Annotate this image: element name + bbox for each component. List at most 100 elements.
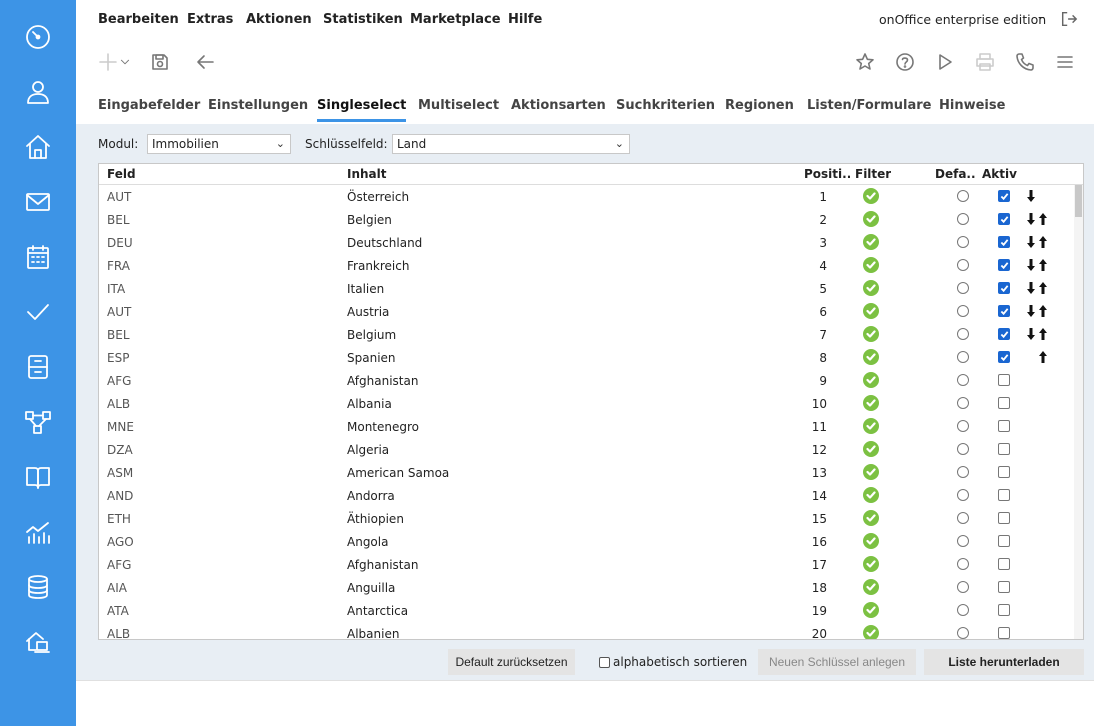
- filter-check-icon[interactable]: [863, 625, 879, 639]
- default-radio[interactable]: [957, 489, 969, 501]
- aktiv-checkbox[interactable]: [998, 512, 1010, 524]
- table-row[interactable]: DZA Algeria 12: [99, 438, 1075, 461]
- aktiv-checkbox[interactable]: [998, 443, 1010, 455]
- book-icon[interactable]: [20, 459, 56, 495]
- tab-einstellungen[interactable]: Einstellungen: [208, 98, 308, 119]
- move-down-arrow-icon[interactable]: [1026, 235, 1036, 249]
- table-row[interactable]: FRA Frankreich 4: [99, 254, 1075, 277]
- aktiv-checkbox[interactable]: [998, 328, 1010, 340]
- filter-check-icon[interactable]: [863, 533, 879, 549]
- move-up-arrow-icon[interactable]: [1038, 258, 1048, 272]
- move-down-arrow-icon[interactable]: [1026, 189, 1036, 203]
- menu-extras[interactable]: Extras: [187, 12, 233, 27]
- menu-bearbeiten[interactable]: Bearbeiten: [98, 12, 179, 27]
- filter-check-icon[interactable]: [863, 326, 879, 342]
- default-radio[interactable]: [957, 627, 969, 639]
- aktiv-checkbox[interactable]: [998, 420, 1010, 432]
- default-radio[interactable]: [957, 190, 969, 202]
- menu-statistiken[interactable]: Statistiken: [323, 12, 403, 27]
- header-feld[interactable]: Feld: [107, 167, 136, 181]
- save-icon[interactable]: [148, 50, 172, 74]
- tab-singleselect[interactable]: Singleselect: [317, 98, 407, 122]
- move-up-arrow-icon[interactable]: [1038, 281, 1048, 295]
- header-position[interactable]: Positi...: [804, 167, 850, 181]
- menu-marketplace[interactable]: Marketplace: [410, 12, 501, 27]
- filter-check-icon[interactable]: [863, 280, 879, 296]
- logout-icon[interactable]: [1060, 10, 1080, 30]
- tab-listen-formulare[interactable]: Listen/Formulare: [807, 98, 931, 119]
- filter-check-icon[interactable]: [863, 602, 879, 618]
- filter-check-icon[interactable]: [863, 464, 879, 480]
- default-radio[interactable]: [957, 535, 969, 547]
- aktiv-checkbox[interactable]: [998, 604, 1010, 616]
- aktiv-checkbox[interactable]: [998, 558, 1010, 570]
- table-row[interactable]: ITA Italien 5: [99, 277, 1075, 300]
- table-row[interactable]: AIA Anguilla 18: [99, 576, 1075, 599]
- table-row[interactable]: BEL Belgium 7: [99, 323, 1075, 346]
- workflow-icon[interactable]: [20, 404, 56, 440]
- table-row[interactable]: AFG Afghanistan 9: [99, 369, 1075, 392]
- help-icon[interactable]: [893, 50, 917, 74]
- reset-default-button[interactable]: Default zurücksetzen: [448, 649, 575, 675]
- default-radio[interactable]: [957, 512, 969, 524]
- default-radio[interactable]: [957, 581, 969, 593]
- header-inhalt[interactable]: Inhalt: [347, 167, 387, 181]
- aktiv-checkbox[interactable]: [998, 489, 1010, 501]
- filter-check-icon[interactable]: [863, 188, 879, 204]
- table-row[interactable]: ETH Äthiopien 15: [99, 507, 1075, 530]
- star-icon[interactable]: [853, 50, 877, 74]
- aktiv-checkbox[interactable]: [998, 236, 1010, 248]
- header-aktiv[interactable]: Aktiv: [982, 167, 1017, 181]
- header-default[interactable]: Defa...: [935, 167, 975, 181]
- menu-aktionen[interactable]: Aktionen: [246, 12, 312, 27]
- move-up-arrow-icon[interactable]: [1038, 304, 1048, 318]
- alpha-sort-label[interactable]: alphabetisch sortieren: [613, 655, 747, 669]
- table-row[interactable]: AFG Afghanistan 17: [99, 553, 1075, 576]
- dashboard-gauge-icon[interactable]: [20, 19, 56, 55]
- table-row[interactable]: ALB Albania 10: [99, 392, 1075, 415]
- aktiv-checkbox[interactable]: [998, 282, 1010, 294]
- scrollbar-thumb[interactable]: [1075, 185, 1082, 217]
- aktiv-checkbox[interactable]: [998, 190, 1010, 202]
- download-list-button[interactable]: Liste herunterladen: [924, 649, 1084, 675]
- move-down-arrow-icon[interactable]: [1026, 281, 1036, 295]
- hamburger-menu-icon[interactable]: [1053, 50, 1077, 74]
- aktiv-checkbox[interactable]: [998, 466, 1010, 478]
- aktiv-checkbox[interactable]: [998, 259, 1010, 271]
- aktiv-checkbox[interactable]: [998, 305, 1010, 317]
- default-radio[interactable]: [957, 351, 969, 363]
- header-filter[interactable]: Filter: [855, 167, 891, 181]
- filter-check-icon[interactable]: [863, 257, 879, 273]
- aktiv-checkbox[interactable]: [998, 397, 1010, 409]
- new-key-button[interactable]: Neuen Schlüssel anlegen: [758, 649, 916, 675]
- aktiv-checkbox[interactable]: [998, 627, 1010, 639]
- checkmark-icon[interactable]: [20, 294, 56, 330]
- tab-suchkriterien[interactable]: Suchkriterien: [616, 98, 715, 119]
- filter-check-icon[interactable]: [863, 441, 879, 457]
- default-radio[interactable]: [957, 443, 969, 455]
- tab-aktionsarten[interactable]: Aktionsarten: [511, 98, 606, 119]
- filter-check-icon[interactable]: [863, 510, 879, 526]
- aktiv-checkbox[interactable]: [998, 535, 1010, 547]
- default-radio[interactable]: [957, 236, 969, 248]
- schluesselfeld-select[interactable]: Land ⌄: [392, 134, 630, 154]
- table-row[interactable]: AGO Angola 16: [99, 530, 1075, 553]
- menu-hilfe[interactable]: Hilfe: [508, 12, 542, 27]
- move-up-arrow-icon[interactable]: [1038, 350, 1048, 364]
- table-row[interactable]: ALB Albanien 20: [99, 622, 1075, 639]
- play-icon[interactable]: [933, 50, 957, 74]
- chart-icon[interactable]: [20, 514, 56, 550]
- default-radio[interactable]: [957, 558, 969, 570]
- aktiv-checkbox[interactable]: [998, 351, 1010, 363]
- table-row[interactable]: AUT Austria 6: [99, 300, 1075, 323]
- move-up-arrow-icon[interactable]: [1038, 212, 1048, 226]
- filter-check-icon[interactable]: [863, 372, 879, 388]
- print-icon[interactable]: [973, 50, 997, 74]
- filter-check-icon[interactable]: [863, 579, 879, 595]
- filter-check-icon[interactable]: [863, 418, 879, 434]
- tab-eingabefelder[interactable]: Eingabefelder: [98, 98, 200, 119]
- add-icon[interactable]: [96, 50, 120, 74]
- default-radio[interactable]: [957, 466, 969, 478]
- filing-cabinet-icon[interactable]: [20, 349, 56, 385]
- filter-check-icon[interactable]: [863, 556, 879, 572]
